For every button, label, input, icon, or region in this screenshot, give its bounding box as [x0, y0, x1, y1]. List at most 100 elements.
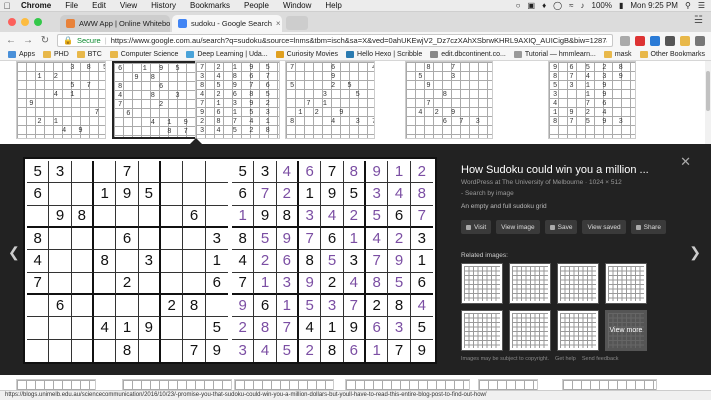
wifi-icon[interactable]: ≈ — [569, 1, 573, 10]
image-title[interactable]: How Sudoku could win you a million ... — [461, 164, 681, 176]
solution-cell: 4 — [276, 161, 299, 184]
result-thumbnail[interactable]: 7 6 4 9 5 2 5 3 5 7 1 1 2 9 8 4 3 7 — [285, 61, 375, 139]
result-thumbnail[interactable]: 3 8 5 1 2 5 7 4 1 9 7 3 2 1 4 9 — [16, 61, 106, 139]
profile-icon[interactable]: ☱ — [694, 15, 703, 26]
view-more-button[interactable]: View more — [605, 310, 647, 351]
scrollbar-thumb[interactable] — [706, 71, 710, 111]
menu-window[interactable]: Window — [276, 1, 318, 10]
bookmark-btc[interactable]: BTC — [76, 51, 102, 58]
bookmark-deep-learning[interactable]: Deep Learning | Uda... — [186, 51, 268, 58]
apple-icon[interactable]:  — [0, 1, 14, 11]
reload-icon[interactable]: ↻ — [40, 35, 50, 46]
bookmark-hmmlearn[interactable]: Tutorial — hmmlearn... — [513, 51, 596, 58]
search-icon[interactable]: ⚲ — [685, 1, 691, 10]
status-square-icon[interactable]: ▣ — [528, 1, 536, 10]
menu-edit[interactable]: Edit — [85, 1, 113, 10]
menu-view[interactable]: View — [113, 1, 144, 10]
bookmark-other[interactable]: Other Bookmarks — [639, 51, 705, 58]
result-thumbnail[interactable] — [234, 379, 334, 390]
result-thumbnail[interactable] — [16, 379, 96, 390]
extension-blue-icon[interactable] — [650, 35, 660, 46]
view-saved-button[interactable]: View saved — [582, 220, 626, 234]
new-tab-button[interactable] — [286, 16, 308, 30]
solution-cell: 3 — [388, 317, 411, 340]
bookmark-hello-hexo[interactable]: Hello Hexo | Scribble — [346, 51, 422, 58]
status-circle2-icon[interactable]: ◯ — [553, 1, 562, 10]
related-image[interactable] — [557, 263, 599, 304]
menu-file[interactable]: File — [58, 1, 85, 10]
result-thumbnail[interactable]: 9 6 5 2 8 8 7 4 3 9 5 3 1 9 3 1 9 4 7 6 … — [548, 61, 636, 139]
result-thumbnail[interactable] — [562, 379, 657, 390]
close-window-icon[interactable] — [8, 18, 16, 26]
result-thumbnail[interactable] — [478, 379, 538, 390]
solution-cell: 8 — [388, 295, 411, 318]
open-icon — [466, 224, 471, 230]
status-drop-icon[interactable]: ♦ — [542, 1, 546, 10]
volume-icon[interactable]: ♪ — [581, 1, 585, 10]
menu-kebab-icon[interactable] — [695, 35, 705, 46]
result-thumbnail[interactable]: 7 2 1 9 5 3 3 4 8 6 7 9 8 5 9 7 6 1 4 2 … — [195, 61, 280, 139]
previous-image-icon[interactable]: ❮ — [8, 244, 20, 261]
extension-red-icon[interactable] — [635, 35, 645, 46]
visit-button[interactable]: Visit — [461, 220, 492, 234]
bookmark-curiosity-movies[interactable]: Curiosity Movies — [275, 51, 338, 58]
bookmark-apps[interactable]: Apps — [8, 51, 35, 58]
bookmark-mask[interactable]: mask — [603, 51, 632, 58]
battery-percent[interactable]: 100% — [592, 1, 612, 10]
related-image[interactable] — [461, 310, 503, 351]
next-image-icon[interactable]: ❯ — [689, 244, 701, 261]
send-feedback-link[interactable]: Send feedback — [582, 356, 619, 362]
related-image[interactable] — [509, 310, 551, 351]
menu-people[interactable]: People — [237, 1, 276, 10]
tab-aww-app[interactable]: AWW App | Online Whiteboard × — [60, 15, 170, 32]
menu-history[interactable]: History — [144, 1, 183, 10]
tab-google-search[interactable]: sudoku - Google Search × — [172, 15, 282, 32]
list-icon[interactable]: ☰ — [698, 1, 705, 10]
forward-icon[interactable]: → — [23, 35, 33, 46]
get-help-link[interactable]: Get help — [555, 356, 576, 362]
solution-cell: 5 — [254, 228, 277, 251]
result-thumbnail[interactable] — [122, 379, 232, 390]
image-source[interactable]: WordPress at The University of Melbourne… — [461, 178, 681, 187]
search-by-image-link[interactable]: - Search by image — [461, 189, 681, 198]
address-bar[interactable]: 🔒 Secure | https://www.google.com.au/sea… — [57, 34, 613, 47]
share-button[interactable]: Share — [630, 220, 666, 234]
puzzle-cell: 8 — [183, 295, 206, 318]
view-image-button[interactable]: View image — [496, 220, 540, 234]
extension-dark-icon[interactable] — [665, 35, 675, 46]
menu-help[interactable]: Help — [318, 1, 348, 10]
save-button[interactable]: Save — [544, 220, 578, 234]
related-image[interactable] — [509, 263, 551, 304]
clock[interactable]: Mon 9:25 PM — [630, 1, 678, 10]
tab-close-icon[interactable]: × — [276, 19, 281, 28]
status-circle-icon[interactable]: ○ — [516, 1, 521, 10]
minimize-window-icon[interactable] — [21, 18, 29, 26]
bookmark-edit-dbcontinent[interactable]: edit.dbcontinent.co... — [430, 51, 506, 58]
bookmark-phd[interactable]: PHD — [42, 51, 69, 58]
related-image[interactable] — [461, 263, 503, 304]
lock-icon[interactable]: 🔒 — [63, 36, 73, 45]
menu-bookmarks[interactable]: Bookmarks — [183, 1, 237, 10]
menu-app-name[interactable]: Chrome — [14, 1, 58, 10]
puzzle-cell — [94, 205, 117, 228]
close-preview-icon[interactable]: ✕ — [680, 154, 691, 170]
back-icon[interactable]: ← — [6, 35, 16, 46]
bookmark-computer-science[interactable]: Computer Science — [109, 51, 179, 58]
puzzle-cell — [139, 339, 161, 362]
solution-cell: 4 — [232, 250, 255, 273]
result-thumbnail[interactable] — [345, 379, 470, 390]
result-thumbnail[interactable]: 8 7 5 3 9 8 7 4 2 9 6 7 3 2 1 — [405, 61, 493, 139]
solution-cell: 5 — [343, 183, 366, 206]
related-image[interactable] — [557, 310, 599, 351]
preview-image[interactable]: 537619598686348317266284195879 534678912… — [23, 157, 437, 364]
bookmark-label: Computer Science — [120, 51, 179, 58]
bookmark-star-icon[interactable] — [620, 35, 630, 46]
puzzle-cell: 9 — [212, 342, 221, 360]
puzzle-cell: 8 — [27, 228, 50, 251]
puzzle-cell — [27, 295, 50, 318]
zoom-window-icon[interactable] — [34, 18, 42, 26]
related-image[interactable] — [605, 263, 647, 304]
url-text[interactable]: https://www.google.com.au/search?q=sudok… — [111, 36, 607, 45]
extension-yellow-icon[interactable] — [680, 35, 690, 46]
battery-icon[interactable]: ▮ — [619, 1, 623, 10]
